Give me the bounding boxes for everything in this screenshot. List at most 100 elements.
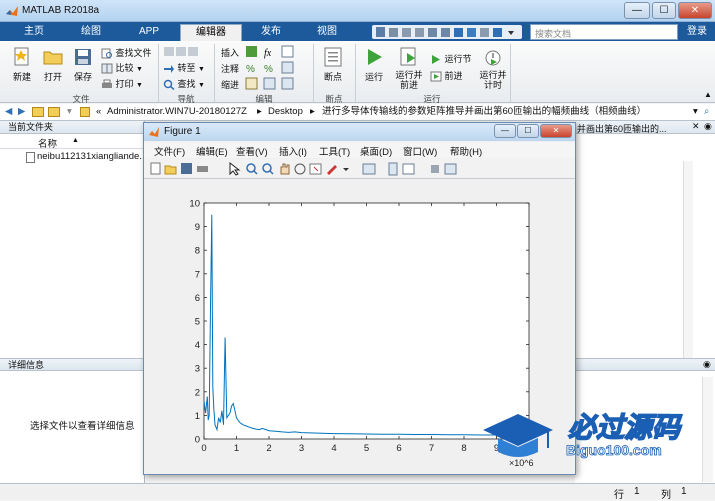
address-prefix[interactable]: « [96,104,101,120]
y-tick-label: 1 [195,411,200,422]
collapse-ribbon-icon[interactable]: ▲ [704,90,712,99]
menu-view[interactable]: 查看(V) [236,144,268,158]
editor-scrollbar[interactable] [683,161,693,361]
advance-button[interactable]: 前进 [430,69,474,82]
forward-arrow-icon[interactable]: ▶ [18,104,25,120]
y-tick-label: 0 [195,435,200,446]
new-label: 新建 [12,72,31,82]
search-documentation-input[interactable]: 搜索文档 [530,24,678,40]
current-folder-address-bar: ◀ ▶ ▾ « Administrator.WIN7U-20180127Z ▸ … [0,104,715,121]
run-and-time-button[interactable]: 运行并 计时 [476,46,510,90]
run-section-button[interactable]: 运行节 [430,52,474,65]
x-tick-label: 4 [331,443,336,454]
address-part-desktop[interactable]: Desktop [268,104,303,120]
graduation-cap-logo-icon [483,414,553,457]
find-files-label: 查找文件 [115,48,152,58]
edit-tool-icons[interactable]: fx % % [244,45,304,93]
ribbon-tab-strip: 主页 绘图 APP 编辑器 发布 视图 搜索文档 登录 [0,22,715,41]
watermark-url: Biguo100.com [566,442,663,459]
menu-file[interactable]: 文件(F) [154,144,185,158]
column-value: 1 [681,486,687,497]
run-and-time-label: 运行并 计时 [479,70,507,90]
save-button[interactable]: 保存 [68,46,98,83]
run-button[interactable]: 运行 [360,46,388,83]
open-button[interactable]: 打开 [38,46,68,83]
column-name[interactable]: 名称 [38,136,57,150]
printer-icon [102,79,112,89]
folder-icon [43,51,63,65]
y-tick-label: 7 [195,269,200,280]
compare-dropdown-icon[interactable]: ▼ [136,66,143,73]
maximize-button[interactable]: ☐ [652,2,676,19]
menu-tools[interactable]: 工具(T) [319,144,350,158]
nav-arrows[interactable] [163,46,203,60]
print-button[interactable]: 打印 ▼ [101,77,153,90]
address-part-folder[interactable]: 进行多导体传输线的参数矩阵推导并画出第60匝输出的幅频曲线（相频曲线） [322,104,687,120]
figure-minimize-button[interactable]: — [494,124,516,138]
find-dropdown-icon[interactable]: ▼ [198,82,205,89]
tab-publish[interactable]: 发布 [246,24,296,41]
menu-help[interactable]: 帮助(H) [450,144,482,158]
back-arrow-icon[interactable]: ◀ [5,104,12,120]
y-tick-label: 3 [195,364,200,375]
svg-text:%: % [264,64,273,75]
sort-ascending-icon[interactable]: ▲ [72,137,79,144]
comment-button[interactable]: 注释 [221,62,239,75]
x-tick-label: 2 [266,443,271,454]
advance-icon [430,71,442,82]
run-and-advance-button[interactable]: 运行并 前进 [392,46,426,90]
breakpoints-button[interactable]: 断点 [318,46,348,83]
tab-editor[interactable]: 编辑器 [180,24,242,41]
nav-arrows-icon [164,47,198,56]
up-folder-icon[interactable] [32,107,44,117]
editor-close-icon[interactable]: ✕ [692,121,700,132]
menu-window[interactable]: 窗口(W) [403,144,437,158]
file-list-header[interactable]: 名称 ▲ [0,134,144,150]
tab-plots[interactable]: 绘图 [64,24,118,41]
menu-edit[interactable]: 编辑(E) [196,144,228,158]
menu-desktop[interactable]: 桌面(D) [360,144,392,158]
list-item[interactable]: neibu112131xiangliande... [0,149,147,165]
file-name[interactable]: neibu112131xiangliande... [37,151,147,162]
matlab-figure-icon [149,127,159,137]
print-dropdown-icon[interactable]: ▼ [136,82,143,89]
menu-insert[interactable]: 插入(I) [279,144,307,158]
x-tick-label: 0 [201,443,206,454]
figure-close-button[interactable]: ✕ [540,124,572,138]
run-label: 运行 [364,72,383,82]
editor-menu-icon[interactable]: ◉ [704,121,712,132]
breakpoints-label: 断点 [323,72,342,82]
browse-folder-icon[interactable] [48,107,60,117]
close-button[interactable]: ✕ [678,2,712,19]
group-separator [355,44,356,102]
find-files-button[interactable]: 查找文件 [101,46,153,59]
watermark-brand: 必过源码 [567,411,681,444]
insert-button[interactable]: 插入 [221,46,239,59]
browse-dropdown-icon[interactable]: ▾ [67,104,72,120]
new-button[interactable]: 新建 [6,46,38,83]
search-icon[interactable]: ⌕ [704,104,709,120]
minimize-button[interactable]: — [624,2,650,19]
tab-apps[interactable]: APP [124,24,174,41]
stopwatch-icon [485,50,501,66]
quick-access-icons[interactable] [372,25,522,39]
figure-maximize-button[interactable]: ☐ [517,124,539,138]
login-button[interactable]: 登录 [680,24,714,40]
indent-button[interactable]: 缩进 [221,78,239,91]
tab-home[interactable]: 主页 [10,24,58,41]
compare-button[interactable]: 比较 ▼ [101,61,153,74]
command-window-menu-icon[interactable]: ◉ [703,359,711,370]
editor-tab-title[interactable]: 并画出第60匝输出的... [577,122,667,135]
details-panel-title: 详细信息 [0,358,145,371]
goto-dropdown-icon[interactable]: ▼ [198,66,205,73]
tab-view[interactable]: 视图 [302,24,352,41]
run-section-icon [432,55,440,65]
status-bar: 行 1 列 1 [0,483,715,501]
address-dropdown-icon[interactable]: ▾ [693,104,698,120]
address-part-user[interactable]: Administrator.WIN7U-20180127Z [107,104,247,120]
figure-toolbar-icons[interactable] [150,162,470,176]
folder-icon [80,107,90,117]
find-button[interactable]: 查找 ▼ [163,77,208,91]
matlab-logo-icon [6,6,18,16]
goto-button[interactable]: 转至 ▼ [163,61,208,74]
